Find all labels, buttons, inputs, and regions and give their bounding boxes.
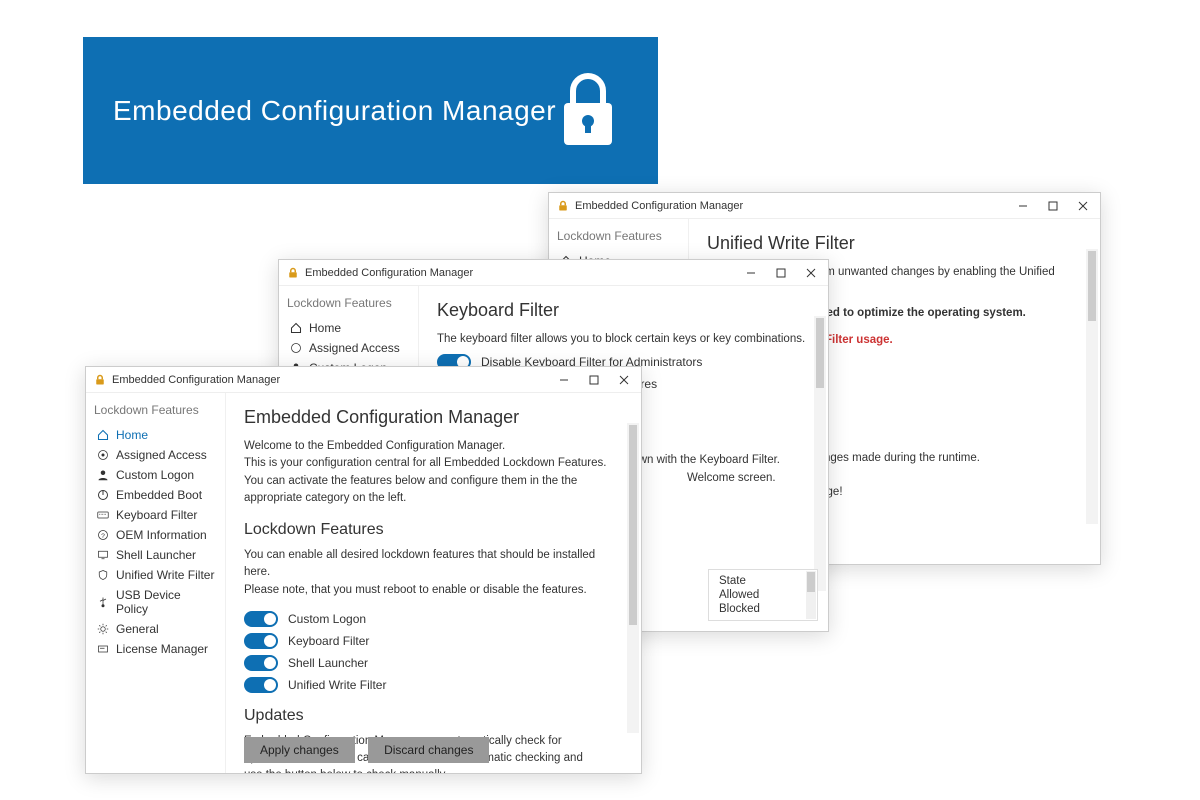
features-desc: Please note, that you must reboot to ena… (244, 582, 623, 599)
sidebar-item-keyboard-filter[interactable]: Keyboard Filter (94, 505, 217, 525)
toggle-switch[interactable] (244, 633, 278, 649)
scrollbar[interactable] (814, 316, 826, 591)
app-icon (94, 374, 106, 386)
monitor-icon (96, 548, 110, 562)
sidebar-item-assigned-access[interactable]: Assigned Access (94, 445, 217, 465)
sidebar-item-embedded-boot[interactable]: Embedded Boot (94, 485, 217, 505)
toggle-switch[interactable] (244, 655, 278, 671)
apply-changes-button[interactable]: Apply changes (244, 737, 355, 763)
home-icon (289, 321, 303, 335)
main-content: Embedded Configuration Manager Welcome t… (226, 393, 641, 773)
shield-icon (96, 568, 110, 582)
close-button[interactable] (796, 262, 826, 284)
welcome-line: This is your configuration central for a… (244, 455, 623, 472)
lock-icon (558, 71, 618, 151)
maximize-button[interactable] (579, 369, 609, 391)
page-title: Keyboard Filter (437, 300, 810, 321)
page-title: Embedded Configuration Manager (244, 407, 623, 428)
power-icon (96, 488, 110, 502)
toggle-switch[interactable] (244, 611, 278, 627)
scrollbar[interactable] (1086, 249, 1098, 524)
maximize-button[interactable] (1038, 195, 1068, 217)
toggle-custom-logon[interactable]: Custom Logon (244, 611, 623, 627)
sidebar-item-usb-device-policy[interactable]: USB Device Policy (94, 585, 217, 619)
state-list[interactable]: State Allowed Blocked (708, 569, 818, 621)
toggle-label: Shell Launcher (288, 656, 368, 670)
assigned-access-icon (289, 341, 303, 355)
app-icon (287, 267, 299, 279)
features-heading: Lockdown Features (244, 521, 623, 539)
window-title: Embedded Configuration Manager (112, 374, 549, 386)
minimize-button[interactable] (736, 262, 766, 284)
banner-title: Embedded Configuration Manager (113, 95, 556, 127)
maximize-button[interactable] (766, 262, 796, 284)
sidebar-heading: Lockdown Features (94, 403, 217, 417)
sidebar-item-license-manager[interactable]: License Manager (94, 639, 217, 659)
toggle-label: Custom Logon (288, 612, 366, 626)
sidebar-item-oem-information[interactable]: ?OEM Information (94, 525, 217, 545)
minimize-button[interactable] (1008, 195, 1038, 217)
license-icon (96, 642, 110, 656)
welcome-line: You can activate the features below and … (244, 473, 623, 508)
toggle-unified-write-filter[interactable]: Unified Write Filter (244, 677, 623, 693)
sidebar-item-home[interactable]: Home (94, 425, 217, 445)
app-icon (557, 200, 569, 212)
sidebar-item-custom-logon[interactable]: Custom Logon (94, 465, 217, 485)
toggle-shell-launcher[interactable]: Shell Launcher (244, 655, 623, 671)
features-desc: You can enable all desired lockdown feat… (244, 547, 623, 582)
state-header: State (719, 574, 811, 588)
toggle-keyboard-filter[interactable]: Keyboard Filter (244, 633, 623, 649)
titlebar: Embedded Configuration Manager (549, 193, 1100, 219)
minimize-button[interactable] (549, 369, 579, 391)
sidebar-item-general[interactable]: General (94, 619, 217, 639)
gear-icon (96, 622, 110, 636)
welcome-line: Welcome to the Embedded Configuration Ma… (244, 438, 623, 455)
toggle-switch[interactable] (244, 677, 278, 693)
sidebar-item-assigned-access[interactable]: Assigned Access (287, 338, 410, 358)
window-title: Embedded Configuration Manager (305, 267, 736, 279)
close-button[interactable] (609, 369, 639, 391)
discard-changes-button[interactable]: Discard changes (368, 737, 489, 763)
updates-heading: Updates (244, 707, 623, 725)
page-title: Unified Write Filter (707, 233, 1082, 254)
sidebar-item-shell-launcher[interactable]: Shell Launcher (94, 545, 217, 565)
sidebar: Lockdown Features Home Assigned Access C… (86, 393, 226, 773)
sidebar-heading: Lockdown Features (287, 296, 410, 310)
banner: Embedded Configuration Manager (83, 37, 658, 184)
state-item[interactable]: Allowed (719, 588, 811, 602)
kbd-desc: The keyboard filter allows you to block … (437, 331, 810, 348)
window-title: Embedded Configuration Manager (575, 200, 1008, 212)
sidebar-item-home[interactable]: Home (287, 318, 410, 338)
home-icon (96, 428, 110, 442)
toggle-label: Keyboard Filter (288, 634, 369, 648)
info-icon: ? (96, 528, 110, 542)
sidebar-heading: Lockdown Features (557, 229, 680, 243)
svg-text:?: ? (101, 533, 105, 540)
person-icon (96, 468, 110, 482)
titlebar: Embedded Configuration Manager (86, 367, 641, 393)
close-button[interactable] (1068, 195, 1098, 217)
window-main: Embedded Configuration Manager Lockdown … (85, 366, 642, 774)
usb-icon (96, 595, 110, 609)
keyboard-icon (96, 508, 110, 522)
sidebar-item-unified-write-filter[interactable]: Unified Write Filter (94, 565, 217, 585)
state-item[interactable]: Blocked (719, 602, 811, 616)
titlebar: Embedded Configuration Manager (279, 260, 828, 286)
target-icon (96, 448, 110, 462)
scrollbar[interactable] (627, 423, 639, 733)
toggle-label: Unified Write Filter (288, 678, 386, 692)
